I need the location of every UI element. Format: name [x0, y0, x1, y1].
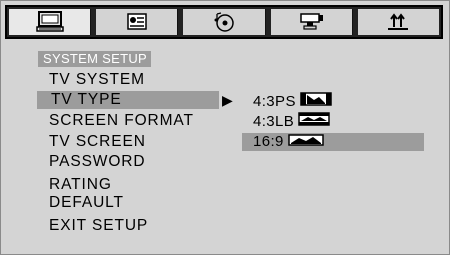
tab-system[interactable]: [9, 9, 92, 35]
option-label: 4:3PS: [253, 92, 296, 110]
monitor-icon: [35, 11, 64, 32]
tab-audio[interactable]: [183, 9, 266, 35]
tab-language[interactable]: [96, 9, 179, 35]
menu-item-exit-setup[interactable]: EXIT SETUP: [49, 217, 148, 235]
aspect-16-9-icon: [288, 133, 324, 151]
option-4-3-ps[interactable]: 4:3PS: [253, 92, 332, 111]
tab-preference[interactable]: [357, 9, 440, 35]
setup-menu-screen: SYSTEM SETUP TV SYSTEM TV TYPE SCREEN FO…: [0, 0, 450, 255]
menu-item-default[interactable]: DEFAULT: [49, 194, 124, 212]
submenu-pointer-icon: ▶: [222, 92, 233, 108]
option-16-9[interactable]: 16:9: [242, 133, 424, 151]
option-label: 4:3LB: [253, 112, 295, 130]
menu-item-tv-type[interactable]: TV TYPE: [37, 91, 219, 109]
menu-item-tv-screen[interactable]: TV SCREEN: [49, 133, 146, 151]
aspect-4-3-ps-icon: [300, 92, 332, 111]
menu-item-screen-format[interactable]: SCREEN FORMAT: [49, 112, 194, 130]
category-tab-bar: [5, 5, 443, 39]
menu-title: SYSTEM SETUP: [38, 51, 152, 67]
tab-video[interactable]: [270, 9, 353, 35]
speaker-language-icon: [127, 13, 147, 30]
disc-audio-icon: [214, 12, 234, 32]
preference-arrows-icon: [388, 13, 409, 30]
menu-item-rating[interactable]: RATING: [49, 176, 112, 194]
option-4-3-lb[interactable]: 4:3LB: [253, 112, 330, 131]
menu-item-tv-system[interactable]: TV SYSTEM: [49, 71, 145, 89]
option-label: 16:9: [253, 133, 284, 150]
aspect-4-3-lb-icon: [298, 112, 330, 131]
video-camera-icon: [300, 13, 324, 30]
menu-item-password[interactable]: PASSWORD: [49, 153, 145, 171]
